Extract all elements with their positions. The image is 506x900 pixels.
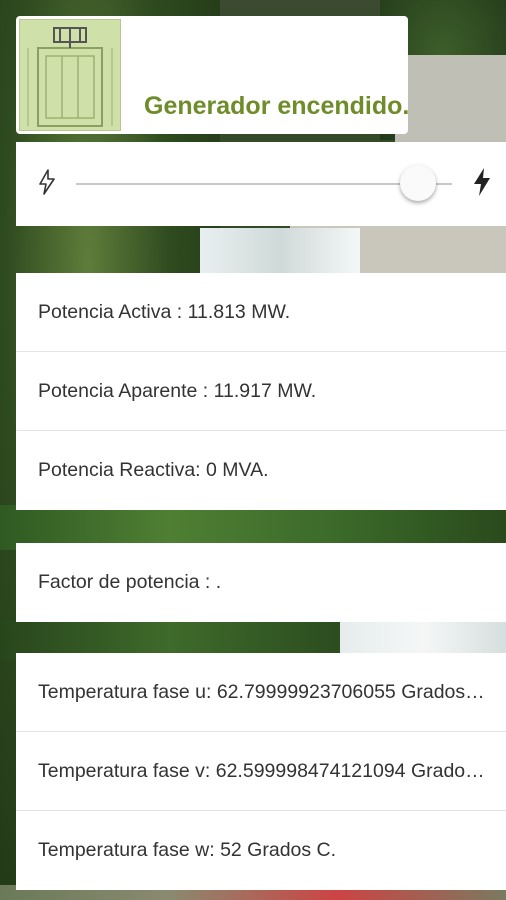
lightning-outline-icon	[38, 169, 56, 201]
temperature-card: Temperatura fase u: 62.79999923706055 Gr…	[16, 653, 506, 890]
list-item: Factor de potencia : .	[16, 543, 506, 622]
active-power-label: Potencia Activa : 11.813 MW.	[38, 300, 291, 323]
status-card: Generador encendido.	[16, 16, 410, 134]
status-title: Generador encendido.	[144, 92, 410, 120]
list-item: Potencia Aparente : 11.917 MW.	[16, 352, 506, 431]
apparent-power-label: Potencia Aparente : 11.917 MW.	[38, 379, 317, 402]
lightning-filled-icon	[472, 167, 492, 203]
power-factor-label: Factor de potencia : .	[38, 571, 222, 593]
list-item: Temperatura fase v: 62.599998474121094 G…	[16, 732, 506, 811]
temp-phase-v-label: Temperatura fase v: 62.599998474121094 G…	[38, 759, 490, 782]
generator-schematic-icon	[19, 19, 121, 131]
power-slider-card	[16, 142, 506, 226]
list-item: Temperatura fase w: 52 Grados C.	[16, 811, 506, 890]
reactive-power-label: Potencia Reactiva: 0 MVA.	[38, 459, 269, 481]
temp-phase-w-label: Temperatura fase w: 52 Grados C.	[38, 839, 337, 861]
power-info-card: Potencia Activa : 11.813 MW. Potencia Ap…	[16, 273, 506, 510]
power-factor-card: Factor de potencia : .	[16, 543, 506, 622]
power-slider-track[interactable]	[76, 183, 452, 185]
list-item: Temperatura fase u: 62.79999923706055 Gr…	[16, 653, 506, 732]
power-slider-thumb[interactable]	[400, 165, 437, 201]
list-item: Potencia Reactiva: 0 MVA.	[16, 431, 506, 510]
list-item: Potencia Activa : 11.813 MW.	[16, 273, 506, 352]
temp-phase-u-label: Temperatura fase u: 62.79999923706055 Gr…	[38, 680, 490, 703]
